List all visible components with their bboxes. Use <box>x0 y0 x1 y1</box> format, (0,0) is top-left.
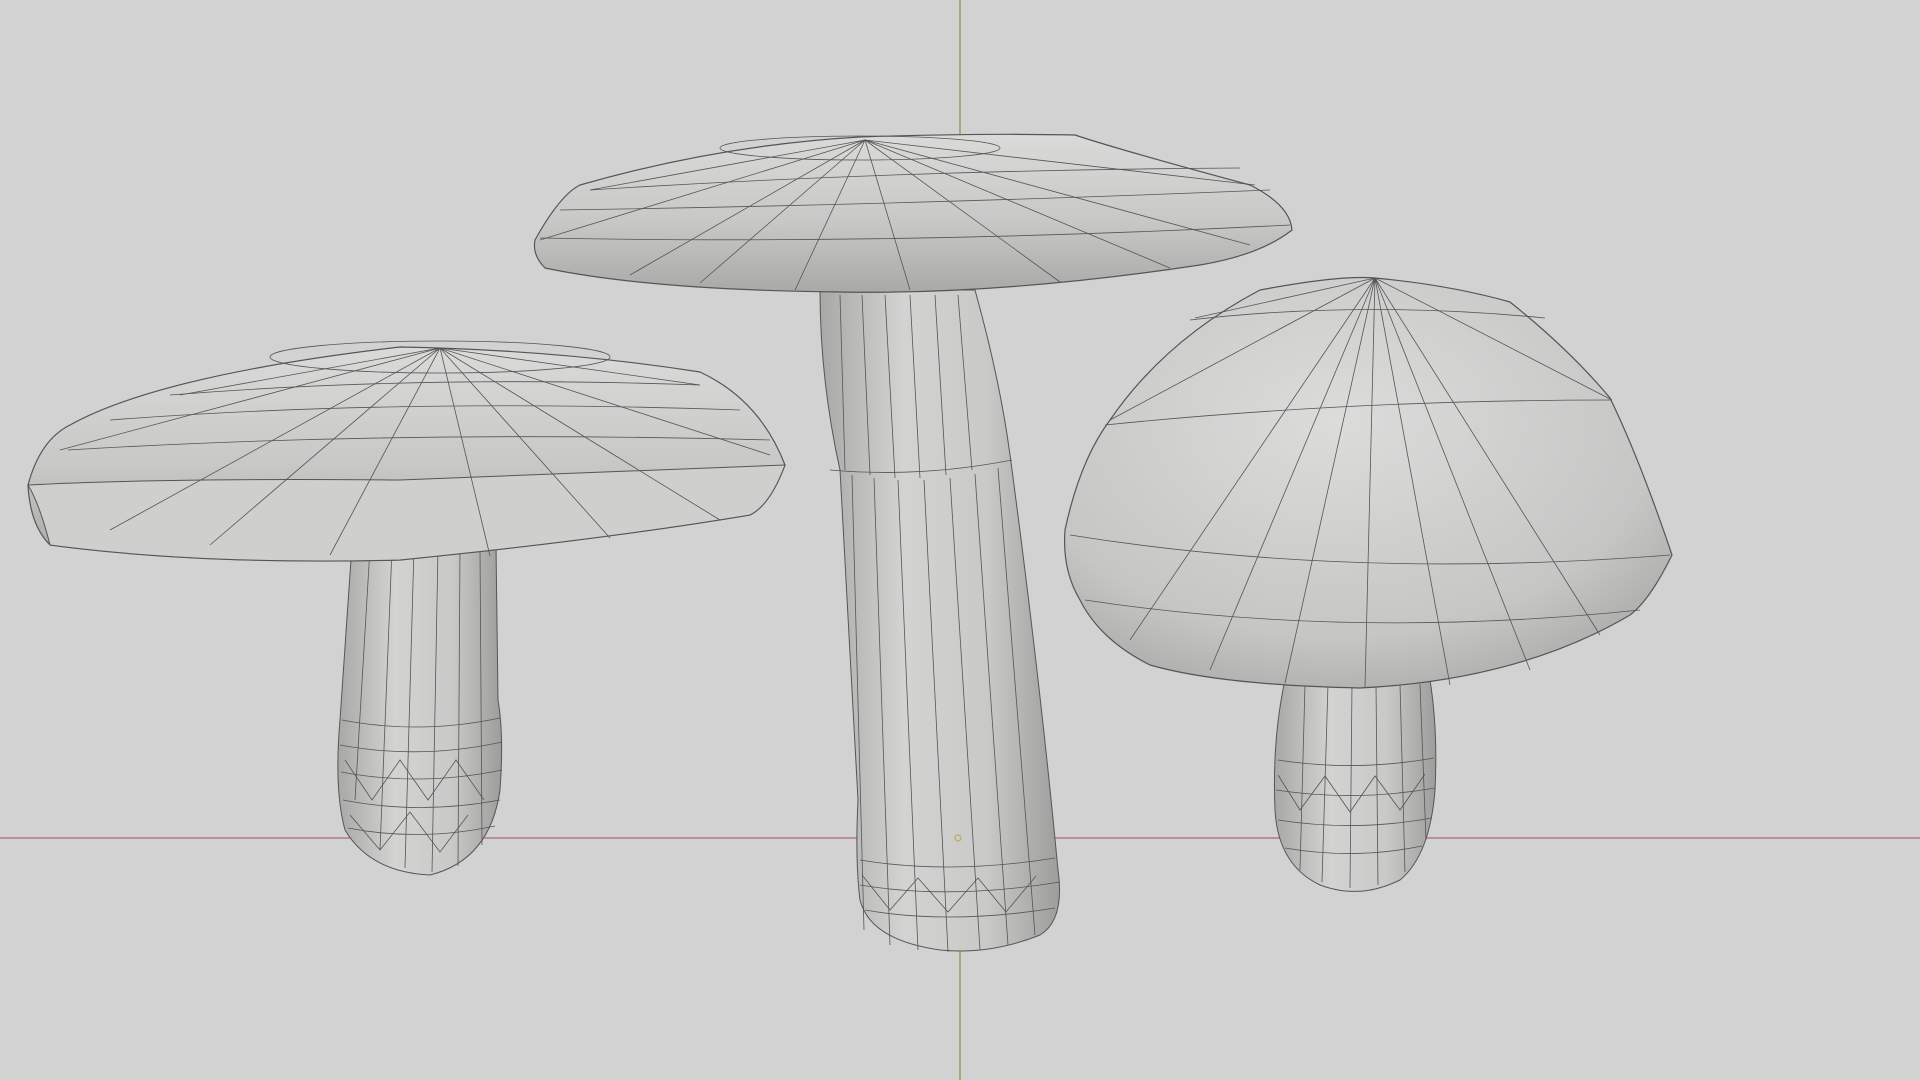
mushroom-cap <box>1063 276 1673 689</box>
3d-viewport[interactable] <box>0 0 1920 1080</box>
mushroom-cap <box>27 340 786 562</box>
mushroom-stem <box>1273 679 1437 892</box>
mushroom-cap <box>533 133 1293 293</box>
mushroom-dome-cap[interactable] <box>1063 276 1673 892</box>
viewport-scene[interactable] <box>0 0 1920 1080</box>
mushroom-flat-cap[interactable] <box>27 340 786 876</box>
mushroom-stem <box>819 289 1061 953</box>
mushroom-stem <box>337 544 503 876</box>
